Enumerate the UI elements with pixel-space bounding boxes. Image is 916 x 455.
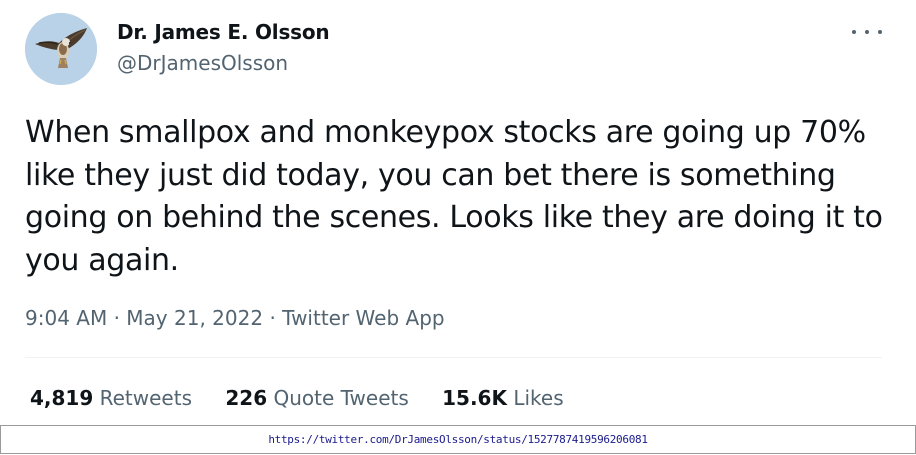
more-options-icon[interactable]	[852, 22, 882, 42]
tweet-text: When smallpox and monkeypox stocks are g…	[25, 115, 883, 278]
author-handle[interactable]: @DrJamesOlsson	[117, 51, 288, 75]
source-url-bar: https://twitter.com/DrJamesOlsson/status…	[0, 425, 916, 454]
likes-label: Likes	[513, 386, 564, 410]
hawk-avatar-icon	[25, 13, 97, 85]
tweet-metadata: 9:04 AM · May 21, 2022 · Twitter Web App	[25, 306, 445, 330]
quote-tweets-stat[interactable]: 226 Quote Tweets	[225, 386, 408, 410]
retweets-count: 4,819	[30, 386, 94, 410]
likes-count: 15.6K	[442, 386, 507, 410]
more-dot	[865, 30, 869, 34]
more-dot	[852, 30, 856, 34]
retweets-label: Retweets	[99, 386, 192, 410]
quote-tweets-count: 226	[225, 386, 268, 410]
author-name[interactable]: Dr. James E. Olsson	[117, 20, 330, 44]
tweet-card: Dr. James E. Olsson @DrJamesOlsson When …	[0, 0, 916, 425]
tweet-source[interactable]: Twitter Web App	[282, 306, 444, 330]
tweet-time[interactable]: 9:04 AM	[25, 306, 107, 330]
meta-separator: ·	[113, 306, 120, 330]
quote-tweets-label: Quote Tweets	[273, 386, 409, 410]
tweet-date[interactable]: May 21, 2022	[126, 306, 263, 330]
more-dot	[878, 30, 882, 34]
meta-separator: ·	[269, 306, 276, 330]
retweets-stat[interactable]: 4,819 Retweets	[30, 386, 192, 410]
likes-stat[interactable]: 15.6K Likes	[442, 386, 564, 410]
source-url[interactable]: https://twitter.com/DrJamesOlsson/status…	[1, 426, 915, 453]
avatar[interactable]	[25, 13, 97, 85]
divider	[25, 357, 882, 358]
engagement-stats: 4,819 Retweets 226 Quote Tweets 15.6K Li…	[30, 386, 591, 410]
